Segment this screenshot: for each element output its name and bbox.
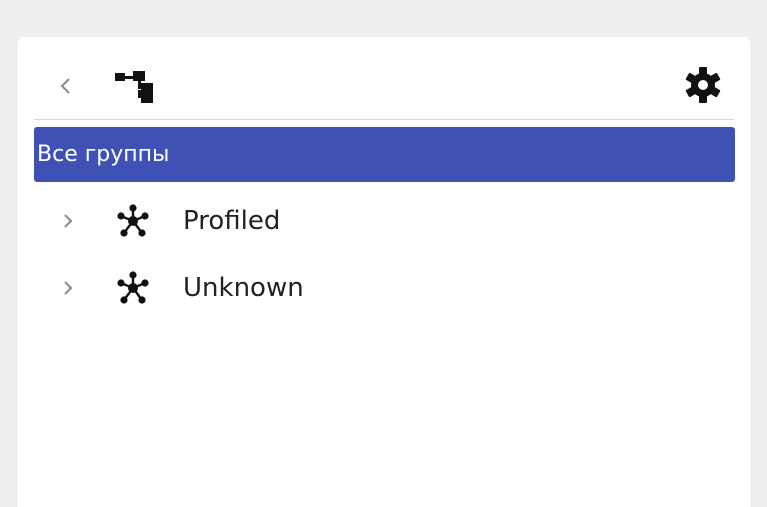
tree-item-label: Profiled bbox=[183, 206, 281, 236]
panel-toolbar bbox=[18, 37, 750, 120]
tree-structure-icon bbox=[115, 71, 153, 103]
settings-button[interactable] bbox=[678, 65, 728, 105]
network-cluster-icon bbox=[117, 271, 149, 304]
back-button[interactable] bbox=[56, 73, 76, 99]
tree-item-unknown[interactable]: Unknown bbox=[34, 258, 735, 318]
chevron-left-icon bbox=[60, 78, 70, 94]
tree-root-label: Все группы bbox=[37, 142, 170, 167]
chevron-right-icon[interactable] bbox=[60, 276, 76, 300]
groups-panel: Все группы Profiled Unknown bbox=[18, 37, 750, 507]
tree-root-all-groups[interactable]: Все группы bbox=[34, 127, 735, 182]
chevron-right-icon[interactable] bbox=[60, 209, 76, 233]
network-cluster-icon bbox=[117, 204, 149, 237]
tree-view-button[interactable] bbox=[111, 69, 155, 105]
gear-icon bbox=[685, 67, 721, 103]
tree-item-label: Unknown bbox=[183, 273, 304, 303]
toolbar-divider bbox=[34, 119, 734, 120]
tree-item-profiled[interactable]: Profiled bbox=[34, 191, 735, 251]
